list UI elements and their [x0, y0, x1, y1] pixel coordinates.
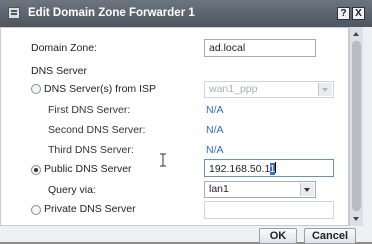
ibeam-cursor-icon	[160, 153, 166, 167]
public-dns-ip-text: 192.168.50.1	[209, 163, 270, 175]
first-dns-value: N/A	[206, 104, 224, 116]
dialog-titlebar[interactable]: Edit Domain Zone Forwarder 1 ? X	[0, 0, 372, 27]
domain-zone-label: Domain Zone:	[31, 42, 97, 54]
public-dns-ip-input[interactable]: 192.168.50.11	[204, 159, 334, 177]
dialog-edit-icon	[8, 7, 20, 19]
third-dns-value: N/A	[206, 144, 224, 156]
edit-domain-zone-forwarder-dialog: Edit Domain Zone Forwarder 1 ? X Domain …	[0, 0, 372, 244]
isp-dns-label: DNS Server(s) from ISP	[44, 83, 157, 95]
close-button[interactable]: X	[352, 7, 365, 20]
help-button[interactable]: ?	[337, 7, 350, 20]
public-dns-label: Public DNS Server	[44, 163, 132, 175]
scroll-up-arrow-icon[interactable]	[352, 30, 361, 38]
isp-wan-select: wan1_ppp	[204, 81, 334, 98]
private-dns-radio[interactable]	[31, 205, 41, 215]
dns-server-section-title: DNS Server	[31, 65, 88, 77]
scrollbar-thumb[interactable]	[352, 41, 361, 211]
scroll-down-arrow-icon[interactable]	[352, 215, 361, 223]
query-via-select[interactable]: lan1	[204, 181, 316, 198]
second-dns-label: Second DNS Server:	[48, 124, 146, 136]
vertical-scrollbar[interactable]	[349, 27, 363, 226]
private-dns-ip-input	[204, 201, 334, 219]
second-dns-value: N/A	[206, 124, 224, 136]
first-dns-label: First DNS Server:	[48, 104, 131, 116]
isp-dns-radio[interactable]	[31, 84, 41, 94]
third-dns-label: Third DNS Server:	[48, 144, 134, 156]
domain-zone-input[interactable]: ad.local	[204, 39, 316, 57]
isp-wan-select-value: wan1_ppp	[209, 83, 258, 95]
query-via-label: Query via:	[48, 184, 96, 196]
chevron-down-icon	[300, 183, 314, 196]
public-dns-radio[interactable]	[31, 165, 41, 175]
private-dns-label: Private DNS Server	[44, 203, 136, 215]
query-via-select-value: lan1	[209, 183, 229, 195]
text-caret	[275, 162, 277, 173]
chevron-down-icon	[318, 83, 332, 96]
dialog-title: Edit Domain Zone Forwarder 1	[28, 7, 195, 19]
